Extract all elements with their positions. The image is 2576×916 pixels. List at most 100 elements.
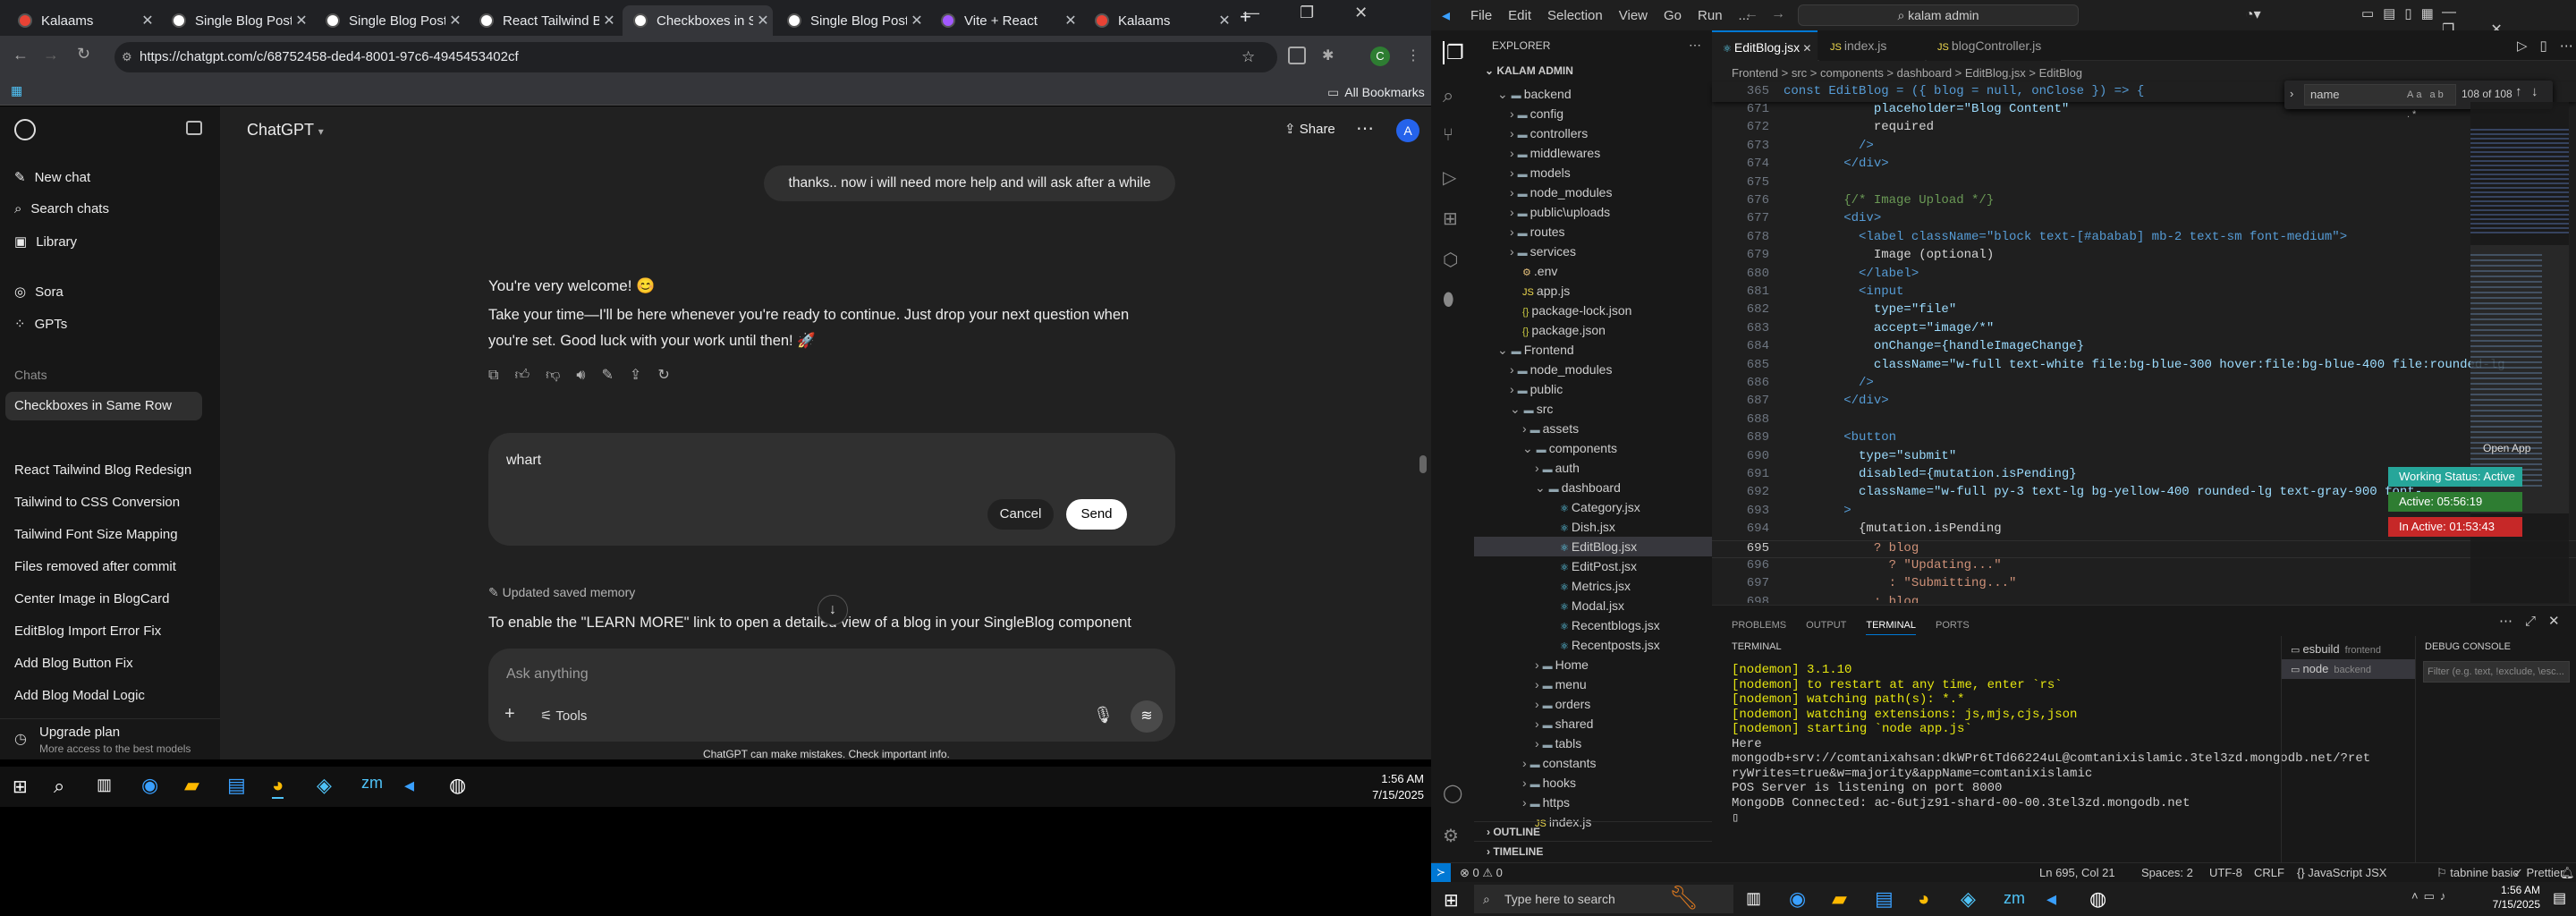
copy-icon[interactable]: ⧉ xyxy=(488,368,514,383)
tree-item[interactable]: JS app.js xyxy=(1474,281,1712,301)
app-icon[interactable]: ◍ xyxy=(449,774,466,797)
plus-icon[interactable]: + xyxy=(504,704,515,725)
edge-icon[interactable]: ◉ xyxy=(1789,887,1806,911)
tree-item[interactable]: › ▬ middlewares xyxy=(1474,143,1712,163)
store-icon[interactable]: ▤ xyxy=(227,774,246,797)
site-info-icon[interactable]: ⚙ xyxy=(122,42,132,72)
tree-item[interactable]: › ▬ shared xyxy=(1474,714,1712,734)
chat-history-item[interactable]: Add Blog Modal Logic xyxy=(14,688,211,703)
search-taskbar-icon[interactable]: ⌕ xyxy=(54,775,64,798)
send-button[interactable]: Send xyxy=(1066,499,1127,530)
task-view-icon[interactable]: ▥ xyxy=(97,776,112,794)
share-button[interactable]: ⇪ Share xyxy=(1284,121,1335,137)
window-controls[interactable]: — ❐ ✕ xyxy=(1243,4,1368,22)
timeline-section[interactable]: › TIMELINE xyxy=(1474,841,1712,861)
tree-item[interactable]: › ▬ tabls xyxy=(1474,734,1712,753)
browser-tab[interactable]: Single Blog Posts ✕ xyxy=(315,5,465,36)
edit-canvas-icon[interactable]: ✎ xyxy=(602,368,630,383)
tab-close-icon[interactable]: ✕ xyxy=(599,12,619,30)
browser-tab[interactable]: React Tailwind Bl ✕ xyxy=(469,5,619,36)
tree-item[interactable]: › ▬ public\uploads xyxy=(1474,202,1712,222)
address-bar[interactable]: ⚙ https://chatgpt.com/c/68752458-ded4-80… xyxy=(114,42,1277,72)
panel-tab[interactable]: OUTPUT xyxy=(1806,620,1846,631)
vscode-icon[interactable]: ◂ xyxy=(2046,887,2056,911)
menu-item[interactable]: File xyxy=(1470,8,1492,23)
tree-item[interactable]: ⚛ Metrics.jsx xyxy=(1474,576,1712,596)
chrome-menu-icon[interactable]: ⋮ xyxy=(1406,47,1420,64)
start-icon[interactable]: ⊞ xyxy=(1444,889,1459,912)
tab-close-icon[interactable]: ✕ xyxy=(445,12,465,30)
panel-tab[interactable]: PROBLEMS xyxy=(1732,620,1786,631)
tree-item[interactable]: ⚛ Dish.jsx xyxy=(1474,517,1712,537)
tree-item[interactable]: › ▬ controllers xyxy=(1474,123,1712,143)
problems-count[interactable]: ⊗ 0 ⚠ 0 xyxy=(1460,866,1503,880)
extensions-icon[interactable]: ⊞ xyxy=(1443,208,1458,230)
openai-logo-icon[interactable] xyxy=(14,119,36,140)
tree-item[interactable]: ⌄ ▬ Frontend xyxy=(1474,340,1712,360)
tree-item[interactable]: › ▬ node_modules xyxy=(1474,182,1712,202)
remote-indicator-icon[interactable]: ≻ xyxy=(1431,863,1451,883)
thumbs-down-icon[interactable]: 👎︎ xyxy=(546,368,576,383)
extension-icon[interactable] xyxy=(1288,47,1306,64)
outline-section[interactable]: › OUTLINE xyxy=(1474,821,1712,841)
close-sidebar-icon[interactable] xyxy=(186,121,202,135)
tree-item[interactable]: › ▬ routes xyxy=(1474,222,1712,242)
tree-item[interactable]: ⚛ Modal.jsx xyxy=(1474,596,1712,615)
tree-item[interactable]: › ▬ services xyxy=(1474,242,1712,261)
bell-icon[interactable]: 🔔︎ xyxy=(2560,866,2575,880)
start-icon[interactable]: ⊞ xyxy=(13,776,28,798)
tree-item[interactable]: ⚛ Category.jsx xyxy=(1474,497,1712,517)
reload-icon[interactable]: ↻ xyxy=(77,45,90,64)
tree-item[interactable]: {} package-lock.json xyxy=(1474,301,1712,320)
workspace-root[interactable]: ⌄ KALAM ADMIN xyxy=(1485,64,1573,77)
file-explorer-icon[interactable]: ▰ xyxy=(1832,887,1847,911)
mongodb-icon[interactable]: ⬮ xyxy=(1443,290,1454,310)
debug-filter-input[interactable]: Filter (e.g. text, !exclude, \esc... xyxy=(2423,661,2570,683)
indentation[interactable]: Spaces: 2 xyxy=(2141,866,2193,879)
tab-close-icon[interactable]: ✕ xyxy=(907,12,927,30)
user-avatar[interactable]: A xyxy=(1396,119,1419,142)
tree-item[interactable]: ⌄ ▬ components xyxy=(1474,438,1712,458)
upgrade-plan[interactable]: ◷ Upgrade plan More access to the best m… xyxy=(0,718,220,759)
tree-item[interactable]: › ▬ config xyxy=(1474,104,1712,123)
chat-history-item[interactable]: EditBlog Import Error Fix xyxy=(14,623,211,639)
tree-item[interactable]: ⚛ Recentblogs.jsx xyxy=(1474,615,1712,635)
nav-back-icon[interactable]: ← xyxy=(1744,6,1758,22)
back-icon[interactable]: ← xyxy=(13,46,29,64)
browser-tab[interactable]: Kalaams ✕ xyxy=(7,5,157,36)
search-icon[interactable]: ⌕ xyxy=(1443,84,1453,107)
tree-item[interactable]: › ▬ menu xyxy=(1474,674,1712,694)
tree-item[interactable]: ⚙ .env xyxy=(1474,261,1712,281)
find-next-icon[interactable]: ↓ xyxy=(2531,84,2538,99)
language-mode[interactable]: {} JavaScript JSX xyxy=(2297,866,2386,879)
vscode-alt-icon[interactable]: ◈ xyxy=(1961,887,1976,911)
tree-item[interactable]: › ▬ orders xyxy=(1474,694,1712,714)
all-bookmarks[interactable]: ▭ All Bookmarks xyxy=(1327,85,1425,100)
browser-tab[interactable]: Single Blog Posts ✕ xyxy=(776,5,927,36)
scrollbar[interactable] xyxy=(1419,455,1427,473)
panel-actions[interactable]: ⋯⤢✕ xyxy=(2499,613,2572,629)
tree-item[interactable]: › ▬ models xyxy=(1474,163,1712,182)
scroll-down-icon[interactable]: ↓ xyxy=(818,595,848,625)
command-center[interactable]: ⌕ kalam admin xyxy=(1798,4,2079,26)
composer-placeholder[interactable]: Ask anything xyxy=(506,666,589,683)
find-options-icons[interactable]: Aa ab .* xyxy=(2407,85,2455,124)
forward-icon[interactable]: → xyxy=(43,46,59,64)
explorer-more-icon[interactable]: ⋯ xyxy=(1689,38,1701,53)
tree-item[interactable]: ⚛ EditPost.jsx xyxy=(1474,556,1712,576)
terminal-instance[interactable]: ▭ esbuild frontend xyxy=(2282,640,2416,659)
layout-icons[interactable]: ▭▤▯▦ xyxy=(2361,5,2443,21)
file-explorer-icon[interactable]: ▰ xyxy=(184,774,199,797)
menu-item[interactable]: Selection xyxy=(1547,8,1603,23)
tree-item[interactable]: › ▬ assets xyxy=(1474,419,1712,438)
chrome-icon[interactable]: ◕ xyxy=(1918,887,1929,911)
run-debug-icon[interactable]: ▷ xyxy=(1443,166,1456,189)
menu-item[interactable]: Run xyxy=(1698,8,1723,23)
puzzle-icon[interactable]: ✱ xyxy=(1322,47,1340,64)
apps-icon[interactable]: ▦ xyxy=(11,83,22,98)
prettier-status[interactable]: ✓ Prettier xyxy=(2513,866,2563,880)
editor-tab[interactable]: JS blogController.js xyxy=(1927,30,2061,61)
vscode-alt-icon[interactable]: ◈ xyxy=(317,774,332,797)
remote-icon[interactable]: ⬡ xyxy=(1443,249,1458,271)
accounts-icon[interactable]: ◯ xyxy=(1443,782,1462,804)
